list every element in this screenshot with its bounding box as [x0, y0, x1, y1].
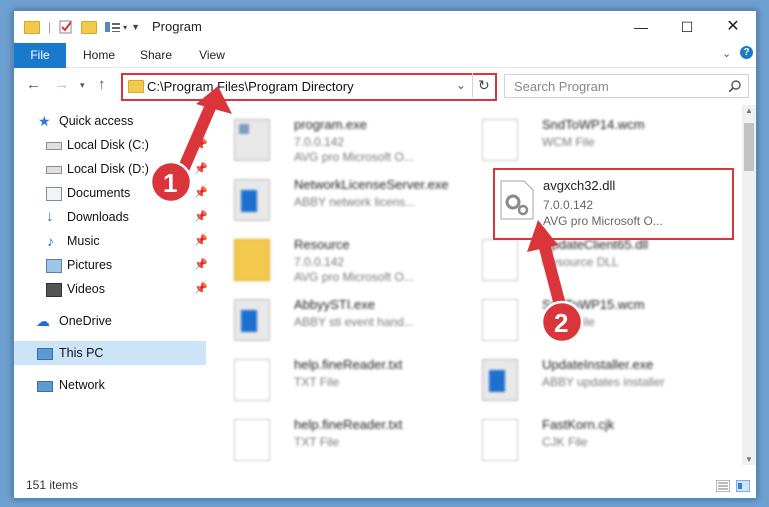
annotation-arrow-1 — [177, 86, 232, 176]
annotation-number-2: 2 — [554, 308, 569, 338]
tutorial-annotations — [149, 86, 584, 344]
annotation-number-1: 1 — [163, 168, 178, 198]
annotation-arrow-2 — [527, 220, 566, 311]
